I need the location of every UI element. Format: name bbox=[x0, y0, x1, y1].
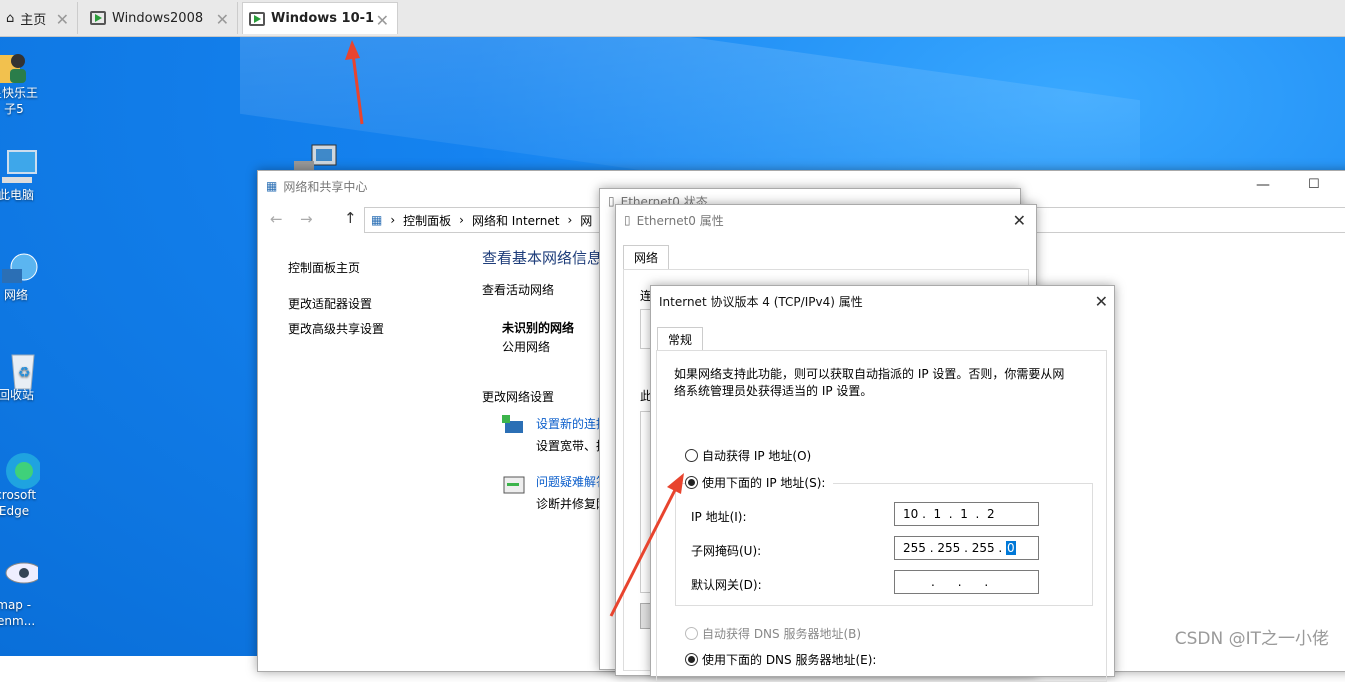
breadcrumb-control-panel[interactable]: 控制面板 bbox=[403, 212, 451, 229]
close-button[interactable]: ✕ bbox=[1013, 211, 1026, 230]
auto-dns-label: 自动获得 DNS 服务器地址(B) bbox=[702, 627, 862, 641]
new-connection-icon bbox=[502, 415, 526, 440]
ipv4-properties-dialog: Internet 协议版本 4 (TCP/IPv4) 属性 ✕ 常规 如果网络支… bbox=[650, 285, 1115, 682]
minimize-button[interactable]: — bbox=[1256, 177, 1270, 193]
tab-home-label: 主页 bbox=[20, 12, 47, 28]
troubleshoot-link[interactable]: 问题疑难解答 bbox=[536, 473, 608, 490]
active-networks-label: 查看活动网络 bbox=[482, 283, 555, 297]
control-panel-icon: ▦ bbox=[371, 213, 383, 227]
subnet-mask-label: 子网掩码(U): bbox=[691, 544, 762, 558]
ip-address-value: 10 . 1 . 1 . 2 bbox=[903, 507, 995, 521]
ip-address-field[interactable]: 10 . 1 . 1 . 2 bbox=[894, 502, 1039, 526]
window-title: Ethernet0 属性 bbox=[636, 213, 724, 228]
tab-home[interactable]: ⌂ 主页 ✕ bbox=[0, 2, 78, 34]
auto-ip-option[interactable]: 自动获得 IP 地址(O) bbox=[685, 447, 811, 464]
troubleshoot-desc: 诊断并修复网 bbox=[536, 497, 609, 511]
desktop-icon-label: 此电脑 bbox=[0, 188, 34, 202]
dialog-titlebar: Internet 协议版本 4 (TCP/IPv4) 属性 bbox=[651, 286, 1114, 316]
desktop-icon-network[interactable]: 网络 bbox=[0, 249, 46, 303]
tab-windows10-1[interactable]: Windows 10-1 ✕ bbox=[242, 2, 398, 34]
back-arrow-icon[interactable]: ← bbox=[270, 210, 283, 228]
network-adapter-icon: ▯ bbox=[624, 213, 631, 227]
forward-arrow-icon[interactable]: → bbox=[300, 210, 313, 228]
maximize-button[interactable]: ☐ bbox=[1308, 177, 1320, 192]
vm-icon bbox=[90, 11, 106, 25]
sidebar-item-adapter-settings[interactable]: 更改适配器设置 bbox=[288, 295, 372, 312]
radio-manual-ip[interactable] bbox=[685, 476, 698, 489]
desktop-icon-recycle-bin[interactable]: ♻ 回收站 bbox=[0, 349, 46, 403]
ip-address-label: IP 地址(I): bbox=[691, 510, 747, 524]
troubleshoot-icon bbox=[502, 475, 526, 500]
vm-tab-bar: ⌂ 主页 ✕ Windows2008 ✕ Windows 10-1 ✕ bbox=[0, 0, 1345, 37]
page-title: 查看基本网络信息 bbox=[482, 249, 603, 267]
recycle-bin-icon: ♻ bbox=[0, 349, 35, 390]
auto-ip-label: 自动获得 IP 地址(O) bbox=[702, 449, 812, 463]
radio-auto-ip[interactable] bbox=[685, 449, 698, 462]
radio-manual-dns[interactable] bbox=[685, 653, 698, 666]
eye-icon bbox=[0, 559, 43, 595]
breadcrumb-network[interactable]: 网 bbox=[580, 212, 592, 229]
window-title: 网络和共享中心 bbox=[283, 179, 368, 194]
setup-connection-desc: 设置宽带、拨 bbox=[536, 439, 609, 453]
chevron-right-icon: › bbox=[390, 213, 396, 227]
gateway-field[interactable]: . . . bbox=[894, 570, 1039, 594]
edge-icon bbox=[0, 449, 42, 489]
close-icon[interactable]: ✕ bbox=[376, 11, 389, 30]
vm-icon bbox=[249, 11, 265, 26]
gateway-label: 默认网关(D): bbox=[691, 578, 762, 592]
window-titlebar: ▯ Ethernet0 属性 bbox=[616, 205, 1036, 235]
desktop-icon-user[interactable]: 星快乐王 子5 bbox=[0, 47, 44, 117]
desktop-icon-label: 网络 bbox=[3, 288, 28, 302]
desktop-icon-this-pc[interactable]: 此电脑 bbox=[0, 149, 46, 203]
dialog-title: Internet 协议版本 4 (TCP/IPv4) 属性 bbox=[659, 294, 863, 309]
gateway-value: . . . bbox=[931, 575, 989, 589]
tab-network[interactable]: 网络 bbox=[623, 245, 670, 269]
subnet-mask-value: 255 . 255 . 255 . bbox=[903, 541, 1007, 555]
tab-windows2008[interactable]: Windows2008 ✕ bbox=[84, 2, 238, 34]
network-center-icon: ▦ bbox=[266, 179, 278, 193]
sidebar-item-control-panel-home[interactable]: 控制面板主页 bbox=[288, 259, 360, 276]
watermark: CSDN @IT之一小佬 bbox=[1174, 629, 1329, 649]
subnet-mask-selection: 0 bbox=[1006, 541, 1016, 555]
up-arrow-icon[interactable]: ↑ bbox=[344, 209, 357, 227]
sidebar-item-sharing-settings[interactable]: 更改高级共享设置 bbox=[288, 320, 384, 337]
desktop-icon-nmap[interactable]: lmap - Zenm... bbox=[0, 559, 43, 629]
change-settings-label: 更改网络设置 bbox=[482, 390, 555, 404]
setup-connection-link[interactable]: 设置新的连接 bbox=[536, 415, 608, 432]
desktop-icon-label: lmap - Zenm... bbox=[0, 598, 36, 628]
svg-text:♻: ♻ bbox=[18, 365, 31, 381]
close-button[interactable]: ✕ bbox=[1095, 292, 1108, 311]
desktop-icon-label: 回收站 bbox=[0, 388, 34, 402]
user-folder-icon bbox=[0, 47, 32, 83]
radio-auto-dns[interactable] bbox=[685, 627, 698, 640]
manual-dns-label: 使用下面的 DNS 服务器地址(E): bbox=[702, 653, 877, 667]
chevron-right-icon: › bbox=[567, 213, 573, 227]
close-icon[interactable]: ✕ bbox=[56, 10, 69, 29]
computer-icon bbox=[0, 149, 37, 185]
desktop-icon-edge[interactable]: icrosoft Edge bbox=[0, 449, 44, 519]
manual-ip-label: 使用下面的 IP 地址(S): bbox=[702, 476, 826, 490]
network-icon bbox=[0, 249, 38, 285]
subnet-mask-field[interactable]: 255 . 255 . 255 . 0 bbox=[894, 536, 1039, 560]
network-name: 未识别的网络 bbox=[502, 321, 575, 335]
manual-dns-option[interactable]: 使用下面的 DNS 服务器地址(E): bbox=[685, 651, 876, 668]
network-adapter-icon: ▯ bbox=[608, 194, 615, 208]
home-icon: ⌂ bbox=[6, 10, 15, 26]
tab-windows10-1-label: Windows 10-1 bbox=[271, 11, 375, 26]
tab-windows2008-label: Windows2008 bbox=[112, 10, 204, 26]
chevron-right-icon: › bbox=[459, 213, 464, 227]
auto-dns-option[interactable]: 自动获得 DNS 服务器地址(B) bbox=[685, 625, 861, 642]
description-text: 如果网络支持此功能，则可以获取自动指派的 IP 设置。否则，你需要从网络系统管理… bbox=[674, 367, 1065, 398]
manual-ip-option[interactable]: 使用下面的 IP 地址(S): bbox=[685, 474, 834, 491]
network-type: 公用网络 bbox=[502, 340, 551, 354]
tab-general[interactable]: 常规 bbox=[657, 327, 704, 351]
close-icon[interactable]: ✕ bbox=[216, 10, 229, 29]
desktop-icon-label: 星快乐王 子5 bbox=[0, 86, 38, 116]
breadcrumb-network-internet[interactable]: 网络和 Internet bbox=[472, 212, 559, 229]
